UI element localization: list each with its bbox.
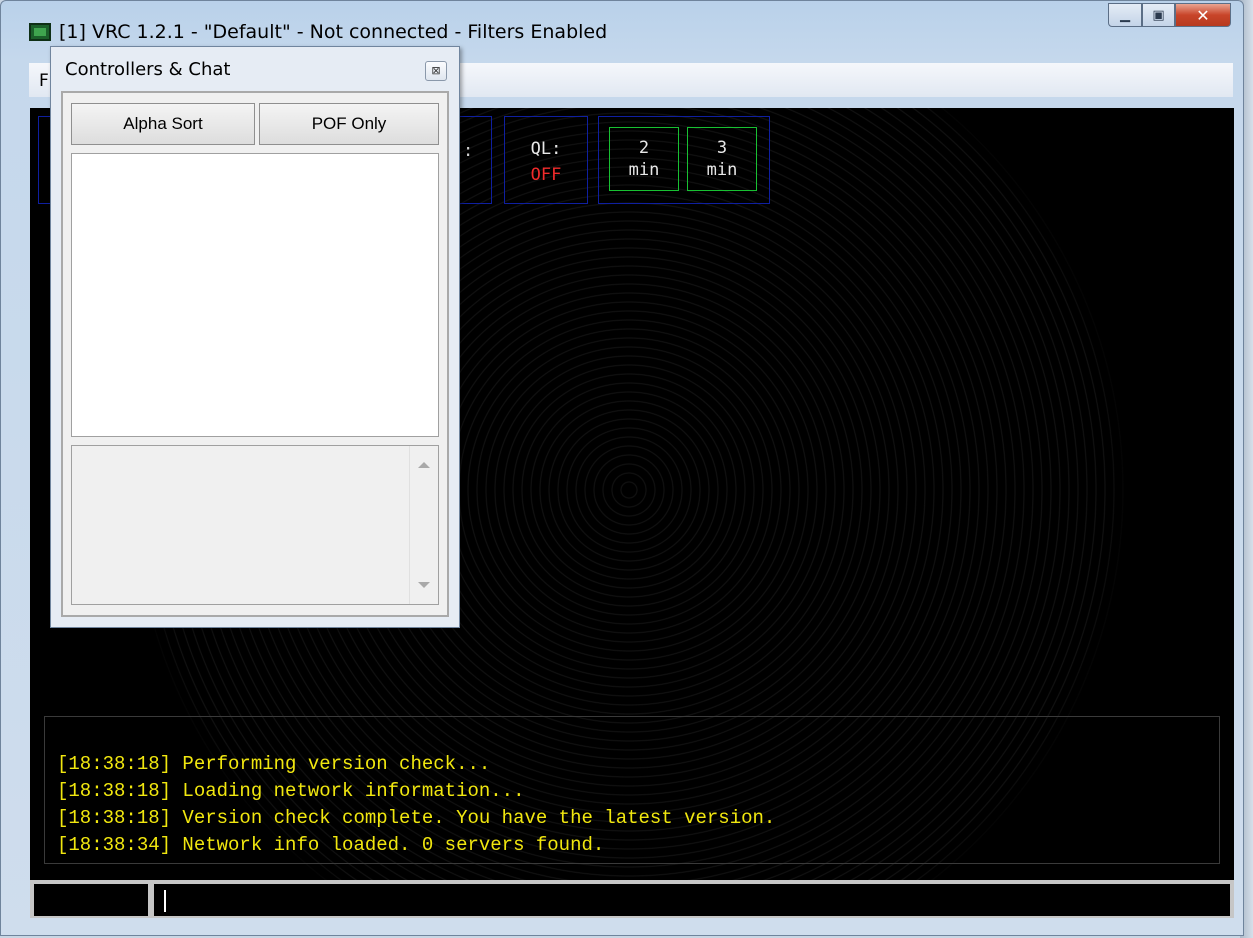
controllers-chat-window: Controllers & Chat ⊠ Alpha Sort POF Only bbox=[50, 46, 460, 628]
close-icon: ⊠ bbox=[431, 64, 441, 77]
command-input[interactable] bbox=[154, 884, 1230, 916]
controllers-chat-panel: Alpha Sort POF Only bbox=[61, 91, 449, 617]
minimize-icon: ▁ bbox=[1120, 7, 1130, 23]
quick-look-status: OFF bbox=[530, 165, 562, 185]
text-caret bbox=[164, 890, 166, 912]
message-log: [18:38:18] Performing version check... [… bbox=[44, 716, 1220, 864]
log-line: [18:38:34] Network info loaded. 0 server… bbox=[57, 834, 605, 856]
chat-messages[interactable] bbox=[71, 445, 439, 605]
log-line: [18:38:18] Version check complete. You h… bbox=[57, 807, 776, 829]
maximize-button[interactable]: ▣ bbox=[1142, 3, 1175, 27]
window-title: [1] VRC 1.2.1 - "Default" - Not connecte… bbox=[59, 21, 608, 43]
quick-look-box[interactable]: QL: OFF bbox=[504, 116, 588, 204]
scroll-up-icon[interactable] bbox=[418, 462, 430, 468]
timer-2-number: 2 bbox=[638, 138, 650, 158]
controllers-chat-close-button[interactable]: ⊠ bbox=[425, 61, 447, 81]
log-line: [18:38:18] Performing version check... bbox=[57, 753, 491, 775]
timer-3-unit: min bbox=[706, 160, 738, 180]
timer-2-min-button[interactable]: 2 min bbox=[609, 127, 679, 191]
obscured-box-label: : bbox=[463, 141, 474, 161]
menu-item-file[interactable]: F bbox=[39, 71, 49, 91]
close-icon: ✕ bbox=[1196, 5, 1210, 25]
app-icon[interactable] bbox=[29, 23, 51, 41]
minimize-button[interactable]: ▁ bbox=[1108, 3, 1142, 27]
chat-scrollbar[interactable] bbox=[409, 446, 438, 604]
alpha-sort-button[interactable]: Alpha Sort bbox=[71, 103, 255, 145]
command-bar bbox=[30, 880, 1234, 918]
quick-look-label: QL: bbox=[530, 139, 562, 159]
close-button[interactable]: ✕ bbox=[1175, 3, 1231, 27]
log-line: [18:38:18] Loading network information..… bbox=[57, 780, 525, 802]
timer-group: 2 min 3 min bbox=[598, 116, 770, 204]
command-prefix-field[interactable] bbox=[34, 884, 148, 916]
pof-only-button[interactable]: POF Only bbox=[259, 103, 439, 145]
controllers-chat-title: Controllers & Chat bbox=[65, 59, 231, 80]
maximize-icon: ▣ bbox=[1152, 7, 1165, 23]
controllers-list[interactable] bbox=[71, 153, 439, 437]
scroll-down-icon[interactable] bbox=[418, 582, 430, 588]
controllers-chat-title-bar[interactable]: Controllers & Chat ⊠ bbox=[51, 47, 459, 91]
caption-buttons: ▁ ▣ ✕ bbox=[1108, 3, 1231, 27]
timer-3-number: 3 bbox=[716, 138, 728, 158]
timer-2-unit: min bbox=[628, 160, 660, 180]
timer-3-min-button[interactable]: 3 min bbox=[687, 127, 757, 191]
